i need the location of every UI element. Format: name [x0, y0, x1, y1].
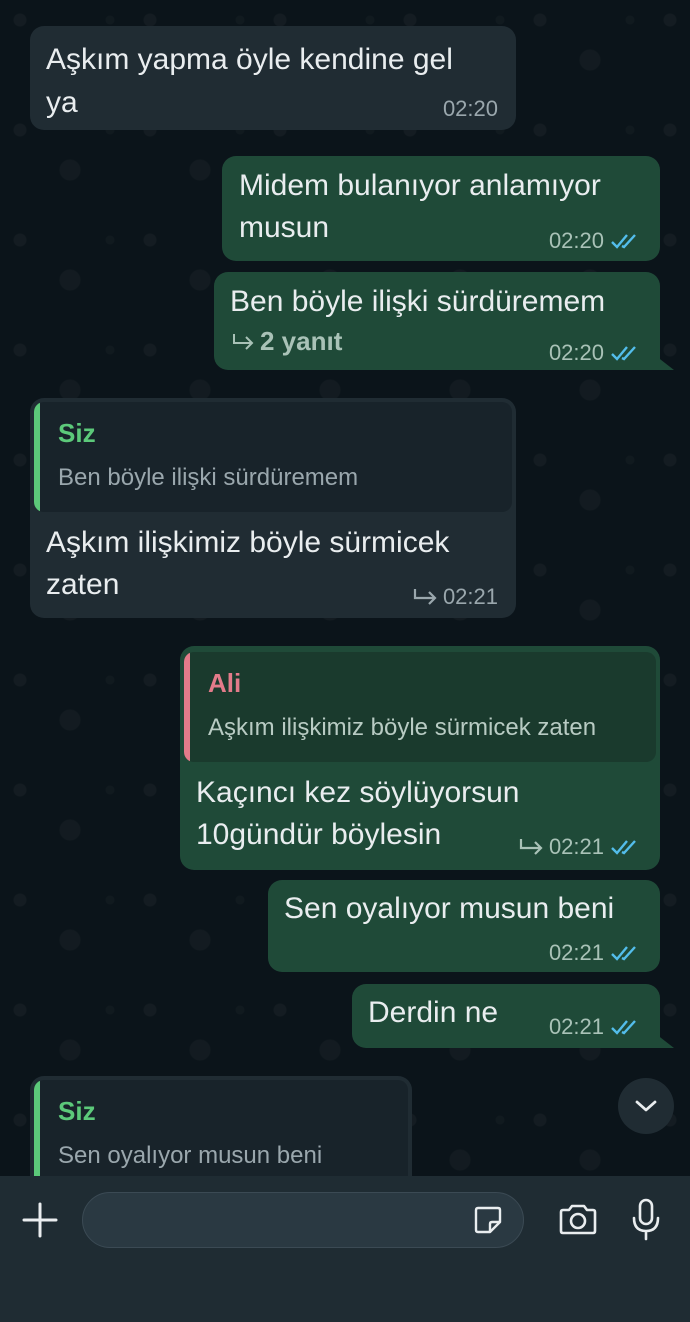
message-text: Derdin ne	[368, 996, 499, 1029]
bubble-tail	[656, 1034, 674, 1048]
quote-text: Sen oyalıyor musun beni	[58, 1142, 323, 1169]
message-text: 10gündür böylesin	[196, 818, 442, 851]
message-bubble-incoming[interactable]: Siz Ben böyle ilişki sürdüremem Aşkım il…	[30, 398, 516, 618]
replies-link[interactable]: 2 yanıt	[230, 326, 342, 357]
double-check-icon	[611, 946, 636, 961]
chat-area[interactable]: Aşkım yapma öyle kendine gel ya 02:20 Mi…	[0, 0, 690, 1176]
scroll-to-bottom-button[interactable]	[618, 1078, 674, 1134]
message-input[interactable]	[82, 1192, 524, 1248]
message-time: 02:21	[442, 584, 498, 609]
composer-bar	[0, 1176, 690, 1322]
message-time: 02:21	[548, 834, 604, 859]
message-text: Midem bulanıyor anlamıyor	[239, 169, 601, 202]
message-time: 02:20	[442, 96, 498, 121]
quote-text: Aşkım ilişkimiz böyle sürmicek zaten	[208, 714, 597, 741]
message-text: Kaçıncı kez söylüyorsun	[196, 776, 520, 809]
message-text: Ben böyle ilişki sürdüremem	[230, 285, 606, 318]
quote-author: Siz	[58, 1096, 96, 1126]
forward-arrow-icon	[413, 589, 437, 605]
sticker-icon	[474, 1206, 502, 1234]
chevron-down-icon	[635, 1100, 657, 1112]
quote-bar	[184, 652, 190, 762]
message-time: 02:21	[548, 940, 604, 965]
message-meta: 02:20	[549, 340, 642, 366]
plus-icon	[22, 1202, 58, 1238]
message-bubble-outgoing[interactable]: Midem bulanıyor anlamıyor musun 02:20	[222, 156, 660, 261]
message-meta: 02:21	[549, 940, 642, 966]
camera-button[interactable]	[554, 1198, 602, 1242]
message-bubble-outgoing[interactable]: Ali Aşkım ilişkimiz böyle sürmicek zaten…	[180, 646, 660, 870]
message-meta: 02:21	[517, 834, 642, 860]
message-bubble-incoming[interactable]: Siz Sen oyalıyor musun beni	[30, 1076, 412, 1176]
message-text: Aşkım yapma öyle kendine gel	[46, 43, 453, 76]
quote-bar	[34, 1080, 40, 1176]
message-time: 02:20	[548, 228, 604, 253]
double-check-icon	[611, 346, 636, 361]
message-meta: 02:21	[549, 1014, 642, 1040]
message-meta: 02:21	[411, 584, 498, 610]
message-time: 02:20	[548, 340, 604, 365]
message-text: ya	[46, 86, 78, 119]
message-time: 02:21	[548, 1014, 604, 1039]
double-check-icon	[611, 840, 636, 855]
message-bubble-incoming[interactable]: Aşkım yapma öyle kendine gel ya 02:20	[30, 26, 516, 130]
attach-button[interactable]	[18, 1198, 62, 1242]
message-bubble-outgoing[interactable]: Ben böyle ilişki sürdüremem 2 yanıt 02:2…	[214, 272, 660, 370]
camera-icon	[559, 1204, 597, 1235]
quote-author: Ali	[208, 668, 242, 698]
replies-count: 2 yanıt	[260, 326, 343, 356]
message-text: musun	[239, 211, 330, 244]
quoted-message[interactable]: Ali Aşkım ilişkimiz böyle sürmicek zaten	[184, 652, 656, 762]
message-text: Sen oyalıyor musun beni	[284, 892, 615, 925]
message-text: zaten	[46, 568, 120, 601]
quote-author: Siz	[58, 418, 96, 448]
message-bubble-outgoing[interactable]: Derdin ne 02:21	[352, 984, 660, 1048]
sticker-button[interactable]	[470, 1202, 506, 1238]
double-check-icon	[611, 234, 636, 249]
voice-message-button[interactable]	[626, 1194, 666, 1246]
quoted-message[interactable]: Siz Ben böyle ilişki sürdüremem	[34, 402, 512, 512]
microphone-icon	[632, 1198, 660, 1241]
reply-arrow-icon	[233, 333, 254, 350]
quote-bar	[34, 402, 40, 512]
quote-text: Ben böyle ilişki sürdüremem	[58, 464, 359, 491]
message-meta: 02:20	[549, 228, 642, 254]
quoted-message[interactable]: Siz Sen oyalıyor musun beni	[34, 1080, 408, 1176]
forward-arrow-icon	[519, 839, 543, 855]
message-text: Aşkım ilişkimiz böyle sürmicek	[46, 526, 450, 559]
message-bubble-outgoing[interactable]: Sen oyalıyor musun beni 02:21	[268, 880, 660, 972]
double-check-icon	[611, 1020, 636, 1035]
bubble-tail	[656, 356, 674, 370]
